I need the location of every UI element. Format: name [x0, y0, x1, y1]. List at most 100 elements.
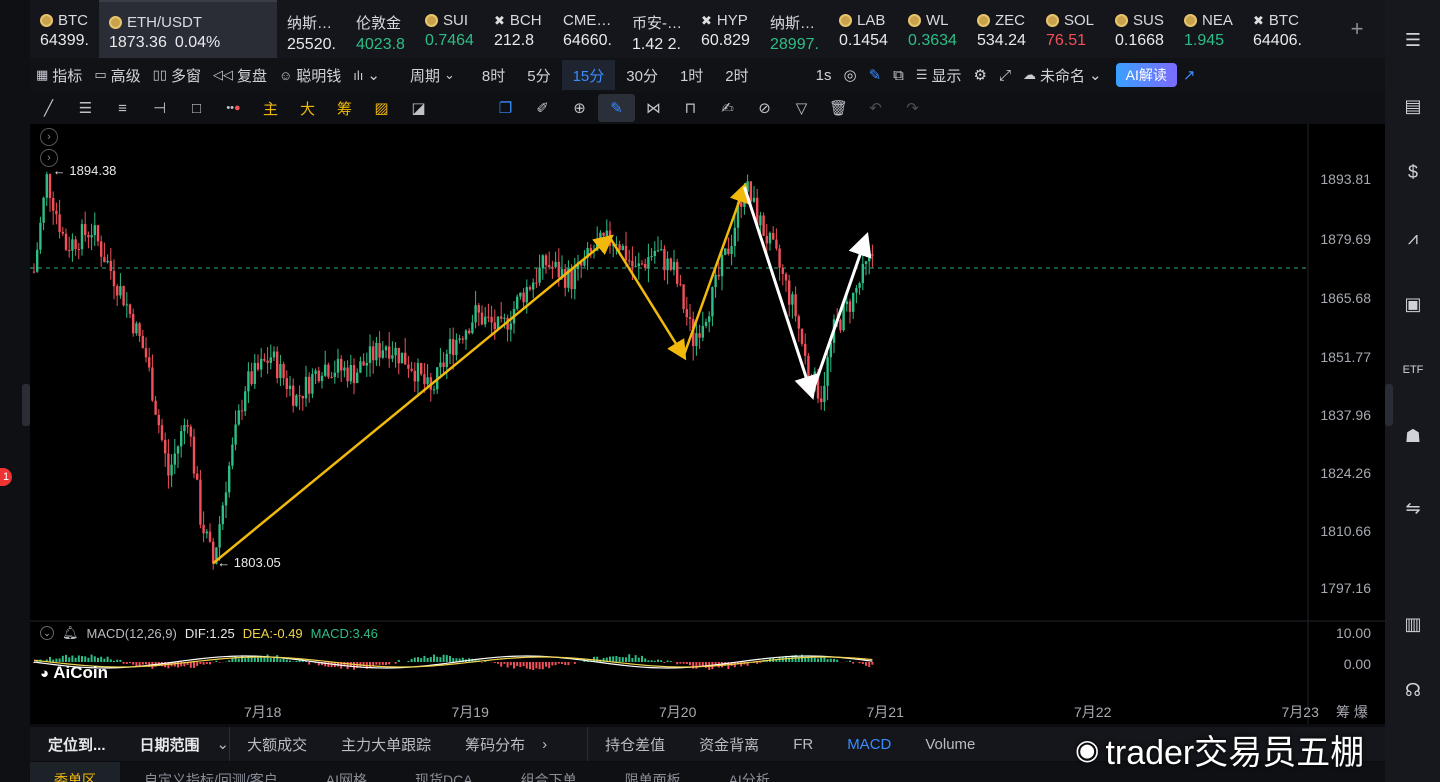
indicator-button[interactable]: ▦ 指标	[30, 58, 88, 92]
smart-money-button[interactable]: ☺ 聪明钱	[273, 58, 347, 92]
period-tab[interactable]: 5分	[516, 60, 561, 90]
camera-icon[interactable]: ◎	[837, 58, 862, 92]
etf-icon[interactable]: ETF	[1400, 358, 1426, 382]
ruler-icon[interactable]: ✐	[524, 94, 561, 122]
ticker-16[interactable]: ✖ BTC 64406.	[1243, 0, 1312, 58]
hline-icon[interactable]: ☰	[67, 94, 104, 122]
fullscreen-icon[interactable]: ⤢	[993, 58, 1017, 92]
collapse-right-handle[interactable]	[1385, 384, 1393, 426]
ticker-0[interactable]: BTC 64399.	[30, 0, 99, 58]
ticker-6[interactable]: CME… 64660.	[553, 0, 622, 58]
list-icon[interactable]: ☰	[1400, 28, 1426, 52]
trend-icon[interactable]: ⩘	[1400, 226, 1426, 250]
dots-icon[interactable]: •• ●	[215, 94, 252, 122]
bottom-tab[interactable]: 限单面板	[601, 762, 705, 782]
brush-icon[interactable]: ✎	[598, 94, 635, 122]
display-button[interactable]: ☰ 显示	[910, 58, 968, 92]
bottom-item[interactable]: 定位到...	[30, 734, 123, 755]
replay-button[interactable]: ◁◁ 复盘	[207, 58, 273, 92]
bottom-item[interactable]: MACD	[830, 736, 908, 753]
period-tab[interactable]: 30分	[615, 60, 669, 90]
ticker-name-row: 纳斯…	[770, 12, 829, 33]
dollar-icon[interactable]: $	[1400, 160, 1426, 184]
advanced-button[interactable]: ▭ 高级	[88, 58, 146, 92]
bottom-item[interactable]: Volume	[908, 736, 992, 753]
copy-icon[interactable]: ❐	[487, 94, 524, 122]
bottom-item[interactable]: FR	[776, 736, 830, 753]
edit-icon[interactable]: ✍	[709, 94, 746, 122]
ticker-5[interactable]: ✖ BCH 212.8	[484, 0, 553, 58]
ticker-2[interactable]: 纳斯… 25520.	[277, 0, 346, 58]
period-tab[interactable]: 8时	[471, 60, 516, 90]
bottom-tab[interactable]: 委单区	[30, 762, 120, 782]
popout-icon[interactable]: ⧉	[887, 58, 910, 92]
ticker-4[interactable]: SUI 0.7464	[415, 0, 484, 58]
rectangle-icon[interactable]: □	[178, 94, 215, 122]
auto-icon[interactable]: ◪	[400, 94, 437, 122]
bottom-tab[interactable]: AI网格	[302, 762, 391, 782]
ticker-1[interactable]: ETH/USDT 1873.36 0.04%	[99, 0, 277, 58]
chip-tool[interactable]: 筹	[326, 94, 363, 122]
pattern-icon[interactable]: ▨	[363, 94, 400, 122]
alert-icon[interactable]: 🔔︎	[62, 625, 79, 641]
channel-icon[interactable]: ≡	[104, 94, 141, 122]
ticker-3[interactable]: 伦敦金 4023.8	[346, 0, 415, 58]
period-tab[interactable]: 2时	[714, 60, 759, 90]
ticker-14[interactable]: SUS 0.1668	[1105, 0, 1174, 58]
expand-icon-2[interactable]: ›	[40, 149, 58, 167]
bottom-tab[interactable]: 自定义指标/回测/客户	[120, 762, 302, 782]
ticker-7[interactable]: 币安-… 1.42 2.	[622, 0, 691, 58]
pen-icon[interactable]: ✎	[863, 58, 888, 92]
bottom-item[interactable]: 主力大单跟踪	[324, 734, 448, 755]
period-dropdown[interactable]: 周期 ⌄	[404, 58, 461, 92]
robot-icon[interactable]: ☗	[1400, 424, 1426, 448]
layout-icon[interactable]: ▥	[1400, 612, 1426, 636]
collapse-icon[interactable]: ⌄	[40, 626, 54, 640]
trendline-icon[interactable]: ╱	[30, 94, 67, 122]
period-tab[interactable]: 15分	[561, 60, 616, 90]
link-icon[interactable]: ⊘	[746, 94, 783, 122]
trash-icon[interactable]: 🗑︎	[820, 94, 857, 122]
ai-analysis-button[interactable]: AI解读	[1115, 63, 1177, 87]
multi-window-button[interactable]: ▯▯ 多窗	[147, 58, 207, 92]
ticker-12[interactable]: ZEC 534.24	[967, 0, 1036, 58]
collapse-left-handle[interactable]	[22, 384, 30, 426]
chart-type-dropdown[interactable]: ılı ⌄	[347, 58, 386, 92]
bottom-tab[interactable]: 组合下单	[497, 762, 601, 782]
ray-icon[interactable]: ⊣	[141, 94, 178, 122]
big-tool[interactable]: 大	[289, 94, 326, 122]
bottom-item[interactable]: 大额成交	[230, 734, 324, 755]
undo-icon[interactable]: ↶	[857, 94, 894, 122]
filter-icon[interactable]: ▽	[783, 94, 820, 122]
bottom-item[interactable]: 日期范围	[123, 734, 217, 755]
ticker-11[interactable]: WL 0.3634	[898, 0, 967, 58]
settings-icon[interactable]: ⚙	[968, 58, 993, 92]
bottom-tab[interactable]: AI分析	[705, 762, 794, 782]
bottom-item[interactable]: 筹码分布	[448, 734, 542, 755]
bottom-item[interactable]: 持仓差值	[588, 734, 682, 755]
layout-name-dropdown[interactable]: ☁ 未命名 ⌄	[1017, 58, 1108, 92]
interval-1s[interactable]: 1s	[810, 58, 838, 92]
monitor-icon[interactable]: ▣	[1400, 292, 1426, 316]
magnet-icon[interactable]: ⋈	[635, 94, 672, 122]
swap-icon[interactable]: ⇋	[1400, 496, 1426, 520]
ticker-9[interactable]: 纳斯… 28997.	[760, 0, 829, 58]
add-ticker-button[interactable]: +	[1329, 0, 1385, 58]
share-icon[interactable]: ↗	[1177, 58, 1202, 92]
zoom-icon[interactable]: ⊕	[561, 94, 598, 122]
notification-badge[interactable]: 1	[0, 468, 12, 486]
expand-icon[interactable]: ›	[40, 128, 58, 146]
bottom-item[interactable]: 资金背离	[682, 734, 776, 755]
ticker-8[interactable]: ✖ HYP 60.829	[691, 0, 760, 58]
bottom-tab[interactable]: 现货DCA	[391, 762, 497, 782]
headset-icon[interactable]: ☊	[1400, 678, 1426, 702]
ticker-10[interactable]: LAB 0.1454	[829, 0, 898, 58]
period-tab[interactable]: 1时	[669, 60, 714, 90]
ticker-15[interactable]: NEA 1.945	[1174, 0, 1243, 58]
main-tool[interactable]: 主	[252, 94, 289, 122]
redo-icon[interactable]: ↷	[894, 94, 931, 122]
document-icon[interactable]: ▤	[1400, 94, 1426, 118]
ticker-13[interactable]: SOL 76.51	[1036, 0, 1105, 58]
macd-params[interactable]: MACD(12,26,9)	[87, 626, 177, 641]
lock-icon[interactable]: ⊓	[672, 94, 709, 122]
